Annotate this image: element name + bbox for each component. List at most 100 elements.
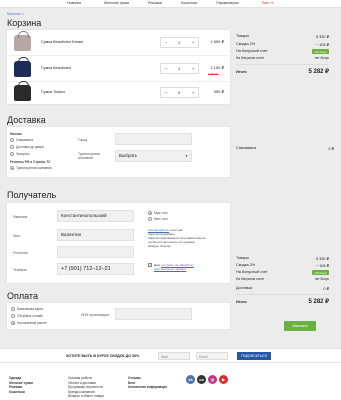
plus-button[interactable]: + <box>192 66 194 71</box>
summary2-bonus-balance-value: нет бонус <box>314 277 329 281</box>
payment-option-card[interactable]: Банковская карта <box>17 307 43 311</box>
vk-icon[interactable]: vk <box>186 375 195 384</box>
summary2-total-label: Итого <box>236 300 247 304</box>
summary2-bonus-label: На бонусный счет <box>236 270 268 274</box>
plus-button[interactable]: + <box>192 90 194 95</box>
company-select[interactable]: Выбрать ▼ <box>115 150 192 162</box>
order-summary: Товары 5 390 ₽ Скидка 2% − 108 ₽ На бону… <box>234 30 334 82</box>
radio-cod[interactable] <box>11 321 15 325</box>
nav-item-perfume[interactable]: Парфюмерия <box>216 1 239 5</box>
product-image[interactable] <box>14 31 31 51</box>
phone-input[interactable]: +7 (901) 712–12–21 <box>57 263 134 275</box>
summary2-delivery-value: 0 ₽ <box>323 287 329 291</box>
footer: Одежда Женские сумки Рюкзаки Кошельки Ус… <box>0 362 341 400</box>
quantity-value[interactable]: 0 <box>178 90 180 95</box>
footer-link[interactable]: Контактная информация <box>128 385 167 390</box>
patronymic-label: Отчество <box>13 251 28 255</box>
patronymic-input[interactable] <box>57 246 134 258</box>
city-label: Город <box>78 138 88 142</box>
company-label: Транспортная компания <box>78 152 100 160</box>
summary2-bonus-balance-label: На бонусном счете <box>236 277 265 281</box>
cart-item: Сумка Beauticien Dream − 1 + 1 690 ₽ <box>7 30 230 56</box>
consent-checkbox[interactable]: ✓ <box>148 263 152 267</box>
payment-option-sber[interactable]: Сбербанк онлайн <box>17 314 43 318</box>
radio-male[interactable] <box>148 211 152 215</box>
newsletter-name-input[interactable]: Имя <box>158 352 190 360</box>
cart-title: Корзина <box>7 18 42 28</box>
instagram-icon[interactable]: ◎ <box>208 375 217 384</box>
option-transport[interactable]: Транспортная компания <box>16 166 52 170</box>
summary-discount-label: Скидка 2% <box>236 42 256 46</box>
footer-link[interactable]: Кошельки <box>9 390 33 395</box>
radio-pickup[interactable] <box>10 138 14 142</box>
summary-total-label: Итого <box>236 70 247 74</box>
name-label: Имя <box>13 234 20 238</box>
option-express[interactable]: Экспресс <box>16 152 30 156</box>
quantity-value[interactable]: 1 <box>178 66 180 71</box>
recipient-card: Фамилия Константинопольский Имя Валентин… <box>7 203 230 283</box>
delivery-card: Москва Самовывоз Доставка до двери Экспр… <box>7 127 230 177</box>
surname-label: Фамилия <box>13 215 28 219</box>
quantity-value[interactable]: 1 <box>178 40 180 45</box>
consent-link[interactable]: согласие на обработку персональных данны… <box>154 263 194 271</box>
city-input[interactable] <box>115 133 192 145</box>
summary-bonus-balance-label: На бонусном счете <box>236 56 265 60</box>
youtube-icon[interactable]: ▶ <box>219 375 228 384</box>
order-summary-bottom: Товары 5 390 ₽ Скидка 2% − 108 ₽ На бону… <box>234 254 334 314</box>
summary-discount-value: − 108 ₽ <box>315 43 329 47</box>
phone-label: Телефон <box>13 268 28 272</box>
pickup-value: 0 ₽ <box>328 147 334 151</box>
minus-button[interactable]: − <box>165 90 167 95</box>
nav-item-backpacks[interactable]: Рюкзаки <box>148 1 162 5</box>
quantity-stepper: − 1 + <box>160 37 199 48</box>
radio-sber[interactable] <box>11 314 15 318</box>
payment-title: Оплата <box>7 291 38 301</box>
checkout-button[interactable]: Заказать <box>284 321 316 331</box>
payment-option-cod[interactable]: Наложенный расчет <box>17 321 47 325</box>
summary2-delivery-label: Доставка <box>236 286 253 290</box>
minus-button[interactable]: − <box>165 66 167 71</box>
product-image[interactable] <box>14 57 31 77</box>
summary2-total-value: 5 282 ₽ <box>308 299 330 305</box>
breadcrumb[interactable]: Магазин > <box>7 12 24 16</box>
nav-item-wallets[interactable]: Кошельки <box>181 1 197 5</box>
surname-input[interactable]: Константинопольский <box>57 210 134 222</box>
newsletter-email-input[interactable]: Email <box>196 352 228 360</box>
radio-female[interactable] <box>148 217 152 221</box>
odnoklassniki-icon[interactable]: ок <box>197 375 206 384</box>
gender-female-label[interactable]: Жен. пол <box>154 217 168 221</box>
summary-bonus-balance-value: нет бонус <box>314 56 329 60</box>
plus-button[interactable]: + <box>192 40 194 45</box>
product-image[interactable] <box>14 81 31 101</box>
moscow-group-title: Москва <box>10 132 22 136</box>
nav-item-sale[interactable]: Sale % <box>262 1 273 5</box>
inn-input[interactable] <box>115 308 192 320</box>
option-door[interactable]: Доставка до двери <box>16 145 44 149</box>
item-name[interactable]: Сумка Beauticien <box>41 66 71 70</box>
delivery-title: Доставка <box>7 115 46 125</box>
summary2-discount-label: Скидка 2% <box>236 263 256 267</box>
summary-goods-value: 5 390 ₽ <box>316 35 329 39</box>
recipient-title: Получатель <box>7 190 57 200</box>
auth-note: Авторизуйтесь если уже зарегистрированы.… <box>148 228 206 248</box>
name-input[interactable]: Валентин <box>57 229 134 241</box>
summary2-goods-value: 5 390 ₽ <box>316 257 329 261</box>
radio-express[interactable] <box>10 152 14 156</box>
nav-item-new[interactable]: Новинки <box>67 1 81 5</box>
consent-note: Даю согласие на обработку персональных д… <box>154 263 210 271</box>
option-pickup[interactable]: Самовывоз <box>16 138 33 142</box>
gender-male-label[interactable]: Муж. пол <box>154 211 168 215</box>
subscribe-button[interactable]: ПОДПИСАТЬСЯ <box>237 352 271 360</box>
summary-total-value: 5 282 ₽ <box>308 69 330 75</box>
radio-door[interactable] <box>10 145 14 149</box>
item-name[interactable]: Сумка Beauticien Dream <box>41 40 83 44</box>
radio-card[interactable] <box>11 307 15 311</box>
footer-link[interactable]: Возврат и обмен товара <box>68 394 104 399</box>
cart-card: Сумка Beauticien Dream − 1 + 1 690 ₽ Сум… <box>7 30 230 104</box>
item-name[interactable]: Сумка Tosaco <box>41 90 65 94</box>
minus-button[interactable]: − <box>165 40 167 45</box>
summary-goods-label: Товары <box>236 34 250 38</box>
radio-transport[interactable] <box>10 166 14 170</box>
nav-item-bags[interactable]: Женские сумки <box>104 1 129 5</box>
quantity-stepper: − 0 + <box>160 87 199 98</box>
